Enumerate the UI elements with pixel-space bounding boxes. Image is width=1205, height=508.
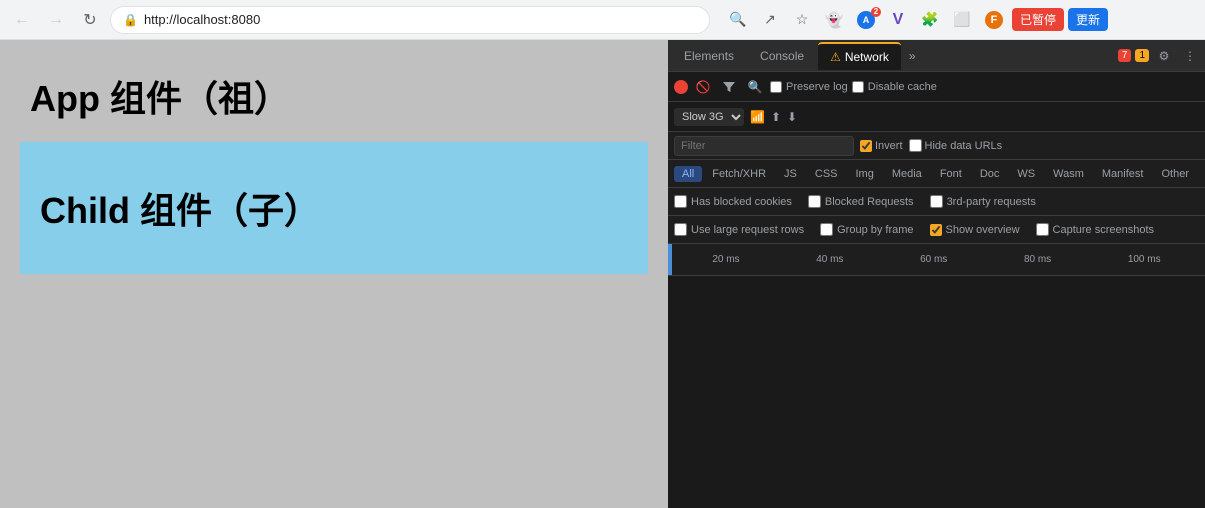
- request-type-bar: All Fetch/XHR JS CSS Img Media Font Doc …: [668, 160, 1205, 188]
- blocked-requests-checkbox[interactable]: [808, 195, 821, 208]
- group-by-frame-checkbox[interactable]: [820, 223, 833, 236]
- lock-icon: 🔒: [123, 13, 138, 27]
- warning-badge: 1: [1135, 49, 1149, 62]
- show-overview-label[interactable]: Show overview: [930, 224, 1020, 236]
- tick-100ms: 100 ms: [1128, 254, 1161, 265]
- window-button[interactable]: ⬜: [948, 6, 976, 34]
- forward-button[interactable]: →: [42, 6, 70, 34]
- filter-input[interactable]: [674, 136, 854, 156]
- error-badge: 7: [1118, 49, 1132, 62]
- app-title: App 组件（祖）: [20, 60, 648, 142]
- search-icon[interactable]: 🔍: [744, 76, 766, 98]
- has-blocked-cookies-checkbox[interactable]: [674, 195, 687, 208]
- page-content: App 组件（祖） Child 组件（子）: [0, 40, 668, 508]
- type-filter-font[interactable]: Font: [932, 166, 970, 182]
- more-tabs-btn[interactable]: »: [903, 49, 922, 63]
- type-filter-fetch-xhr[interactable]: Fetch/XHR: [704, 166, 774, 182]
- record-button[interactable]: [674, 80, 688, 94]
- devtools-more-button[interactable]: ⋮: [1179, 45, 1201, 67]
- type-filter-css[interactable]: CSS: [807, 166, 846, 182]
- preserve-log-label[interactable]: Preserve log: [770, 81, 848, 93]
- ext-ghost-button[interactable]: 👻: [820, 6, 848, 34]
- child-component: Child 组件（子）: [20, 142, 648, 274]
- third-party-requests-checkbox[interactable]: [930, 195, 943, 208]
- devtools-settings-button[interactable]: ⚙: [1153, 45, 1175, 67]
- ext-badge-button[interactable]: A 2: [852, 6, 880, 34]
- timeline-labels: 20 ms 40 ms 60 ms 80 ms 100 ms: [674, 254, 1199, 265]
- devtools-actions: 7 1 ⚙ ⋮: [1118, 45, 1201, 67]
- type-filter-js[interactable]: JS: [776, 166, 805, 182]
- network-toolbar: 🚫 🔍 Preserve log Disable cache: [668, 72, 1205, 102]
- main-area: App 组件（祖） Child 组件（子） Elements Console ⚠…: [0, 40, 1205, 508]
- browser-toolbar: ← → ↻ 🔒 http://localhost:8080 🔍 ↗ ☆ 👻 A …: [0, 0, 1205, 40]
- network-warn-icon: ⚠: [830, 50, 841, 64]
- third-party-requests-label[interactable]: 3rd-party requests: [930, 195, 1036, 208]
- type-filter-other[interactable]: Other: [1153, 166, 1197, 182]
- group-by-frame-label[interactable]: Group by frame: [820, 223, 913, 236]
- tick-40ms: 40 ms: [816, 254, 843, 265]
- devtools-tabs: Elements Console ⚠ Network » 7 1 ⚙ ⋮: [668, 40, 1205, 72]
- network-subtoolbar: Slow 3G 📶 ⬆ ⬇: [668, 102, 1205, 132]
- tab-console[interactable]: Console: [748, 42, 816, 70]
- wifi-icon[interactable]: 📶: [750, 110, 765, 124]
- hide-data-urls-label[interactable]: Hide data URLs: [909, 139, 1003, 152]
- disable-cache-checkbox[interactable]: [852, 81, 864, 93]
- use-large-rows-label[interactable]: Use large request rows: [674, 223, 804, 236]
- hide-data-urls-checkbox[interactable]: [909, 139, 922, 152]
- throttle-select[interactable]: Slow 3G: [674, 108, 744, 126]
- timeline-bar: 20 ms 40 ms 60 ms 80 ms 100 ms: [668, 244, 1205, 276]
- type-filter-ws[interactable]: WS: [1009, 166, 1043, 182]
- tick-60ms: 60 ms: [920, 254, 947, 265]
- toolbar-right: 🔍 ↗ ☆ 👻 A 2 V 🧩 ⬜ F 已暂停 更新: [724, 6, 1108, 34]
- options-bar-1: Has blocked cookies Blocked Requests 3rd…: [668, 188, 1205, 216]
- back-button[interactable]: ←: [8, 6, 36, 34]
- capture-screenshots-label[interactable]: Capture screenshots: [1036, 223, 1155, 236]
- browser-window: ← → ↻ 🔒 http://localhost:8080 🔍 ↗ ☆ 👻 A …: [0, 0, 1205, 508]
- update-button[interactable]: 更新: [1068, 8, 1108, 31]
- invert-checkbox[interactable]: [860, 140, 872, 152]
- pause-button[interactable]: 已暂停: [1012, 8, 1064, 31]
- puzzle-button[interactable]: 🧩: [916, 6, 944, 34]
- capture-screenshots-checkbox[interactable]: [1036, 223, 1049, 236]
- tab-network[interactable]: ⚠ Network: [818, 42, 901, 70]
- url-text: http://localhost:8080: [144, 12, 260, 27]
- address-bar[interactable]: 🔒 http://localhost:8080: [110, 6, 710, 34]
- bookmark-button[interactable]: ☆: [788, 6, 816, 34]
- download-icon[interactable]: ⬇: [787, 110, 797, 124]
- show-overview-checkbox[interactable]: [930, 224, 942, 236]
- type-filter-media[interactable]: Media: [884, 166, 930, 182]
- filter-icon[interactable]: [718, 76, 740, 98]
- user-button[interactable]: F: [980, 6, 1008, 34]
- use-large-rows-checkbox[interactable]: [674, 223, 687, 236]
- preserve-log-checkbox[interactable]: [770, 81, 782, 93]
- options-bar-2: Use large request rows Group by frame Sh…: [668, 216, 1205, 244]
- upload-icon[interactable]: ⬆: [771, 110, 781, 124]
- clear-button[interactable]: 🚫: [692, 76, 714, 98]
- invert-label[interactable]: Invert: [860, 140, 903, 152]
- filter-bar: Invert Hide data URLs: [668, 132, 1205, 160]
- tick-20ms: 20 ms: [712, 254, 739, 265]
- has-blocked-cookies-label[interactable]: Has blocked cookies: [674, 195, 792, 208]
- devtools-panel: Elements Console ⚠ Network » 7 1 ⚙ ⋮: [668, 40, 1205, 508]
- tab-elements[interactable]: Elements: [672, 42, 746, 70]
- network-content: [668, 276, 1205, 508]
- child-title: Child 组件（子）: [30, 162, 638, 254]
- type-filter-manifest[interactable]: Manifest: [1094, 166, 1152, 182]
- type-filter-doc[interactable]: Doc: [972, 166, 1008, 182]
- zoom-button[interactable]: 🔍: [724, 6, 752, 34]
- blocked-requests-label[interactable]: Blocked Requests: [808, 195, 914, 208]
- ext-v-button[interactable]: V: [884, 6, 912, 34]
- type-filter-wasm[interactable]: Wasm: [1045, 166, 1092, 182]
- share-button[interactable]: ↗: [756, 6, 784, 34]
- reload-button[interactable]: ↻: [76, 6, 104, 34]
- type-filter-all[interactable]: All: [674, 166, 702, 182]
- disable-cache-label[interactable]: Disable cache: [852, 81, 937, 93]
- tick-80ms: 80 ms: [1024, 254, 1051, 265]
- type-filter-img[interactable]: Img: [848, 166, 882, 182]
